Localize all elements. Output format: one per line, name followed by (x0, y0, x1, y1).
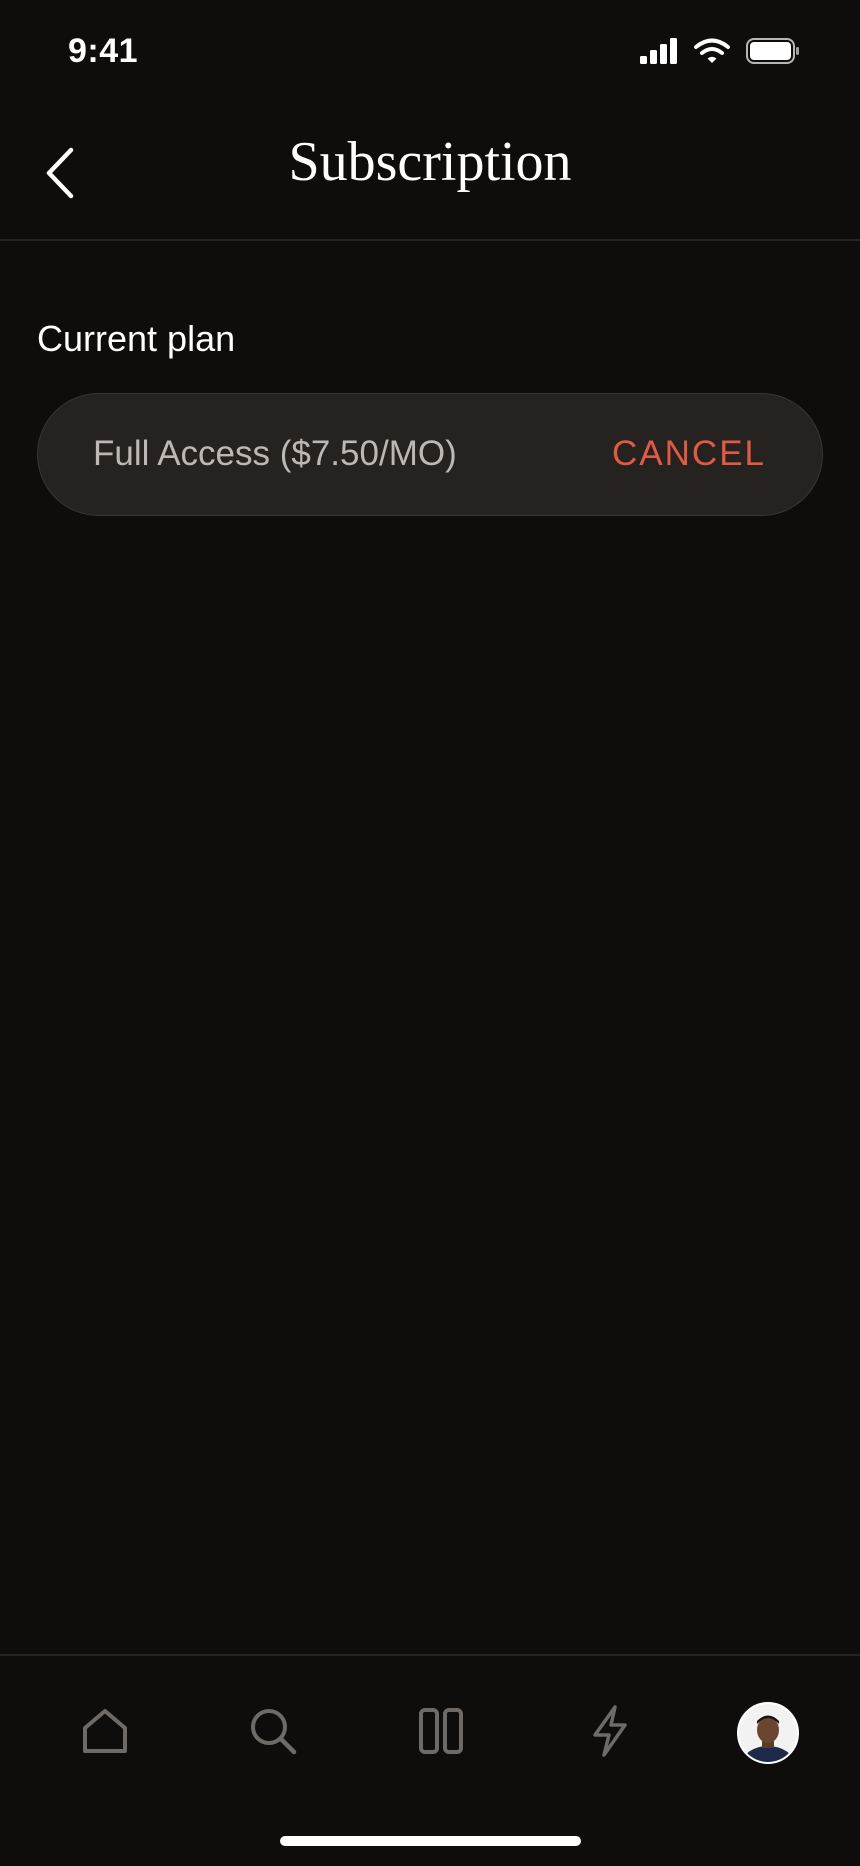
status-icons (640, 38, 800, 69)
tab-activity[interactable] (570, 1698, 650, 1768)
tab-home[interactable] (65, 1698, 145, 1768)
library-icon (418, 1706, 466, 1761)
battery-icon (746, 38, 800, 69)
tab-profile[interactable] (728, 1698, 808, 1768)
page-title: Subscription (288, 131, 572, 193)
plan-name: Full Access ($7.50/MO) (93, 434, 457, 473)
tab-library[interactable] (402, 1698, 482, 1768)
lightning-icon (590, 1704, 630, 1762)
profile-avatar (737, 1702, 799, 1764)
status-time: 9:41 (68, 32, 139, 70)
signal-icon (640, 38, 678, 69)
home-indicator (280, 1836, 581, 1846)
current-plan-label: Current plan (37, 318, 236, 359)
home-icon (80, 1706, 130, 1761)
status-bar: 9:41 (0, 0, 860, 100)
wifi-icon (694, 38, 730, 69)
current-plan-card: Full Access ($7.50/MO) CANCEL (37, 393, 823, 516)
search-icon (248, 1706, 298, 1761)
cancel-subscription-button[interactable]: CANCEL (612, 434, 766, 474)
navigation-header: Subscription (0, 100, 860, 241)
tab-bar (0, 1654, 860, 1866)
tab-search[interactable] (233, 1698, 313, 1768)
